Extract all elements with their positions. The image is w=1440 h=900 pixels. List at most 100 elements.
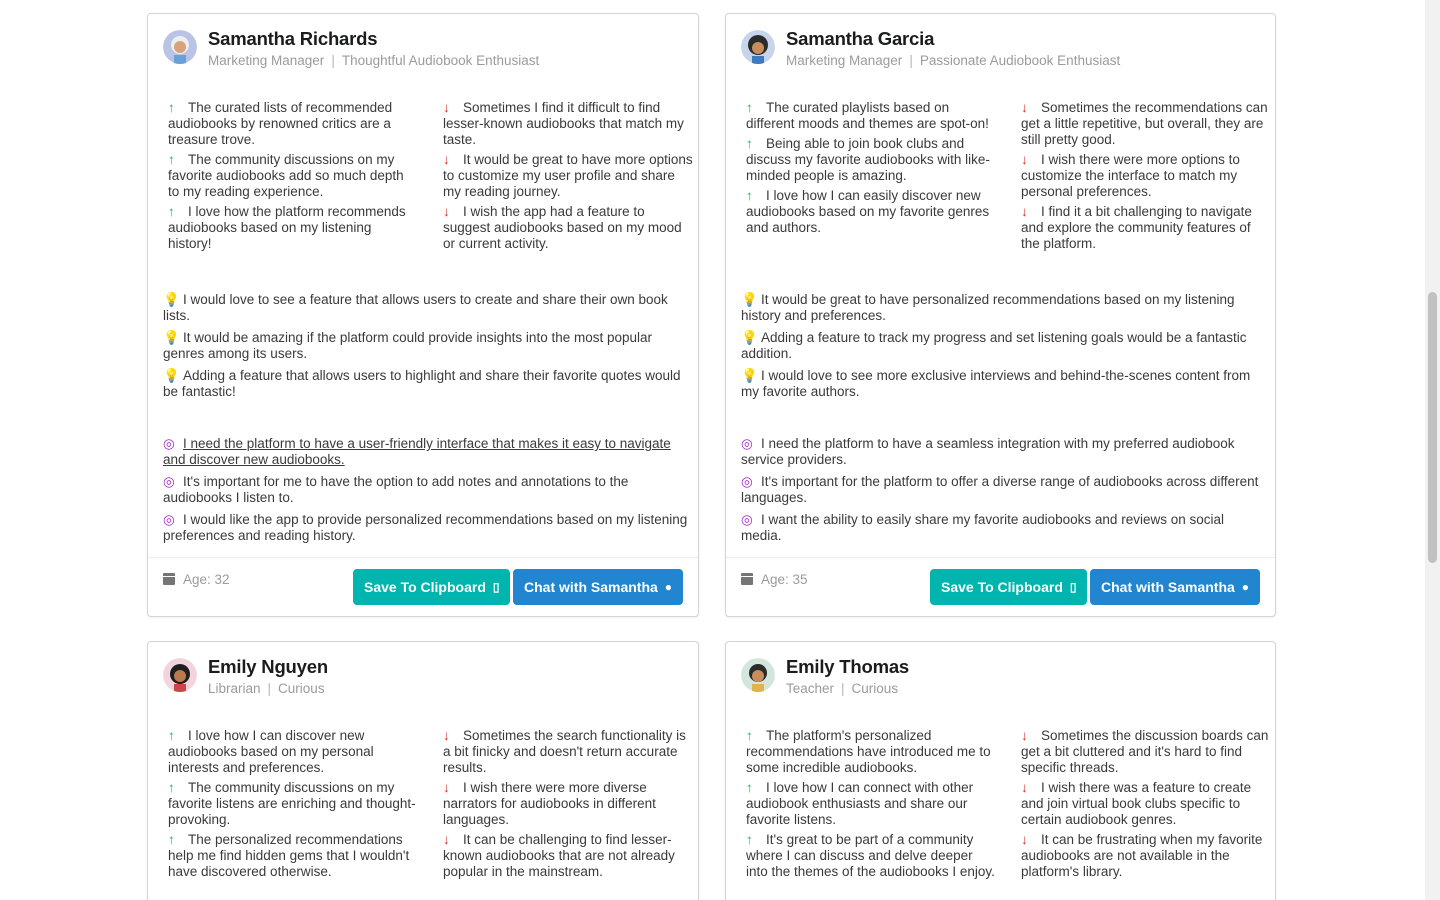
- avatar: [163, 658, 197, 692]
- persona-meta: Librarian | Curious: [208, 680, 328, 698]
- lightbulb-icon: 💡: [163, 292, 180, 307]
- cons-list: ↓ Sometimes the recommendations can get a…: [1021, 100, 1271, 256]
- comment-icon: ●: [1241, 580, 1250, 594]
- clipboard-icon: ▯: [492, 580, 500, 594]
- calendar-icon: [741, 573, 753, 585]
- separator: |: [267, 681, 272, 696]
- persona-name: Samantha Garcia: [786, 28, 935, 49]
- goal-item[interactable]: ◎ I need the platform to have a user-frie…: [163, 436, 688, 468]
- persona-trait: Curious: [851, 681, 899, 696]
- pro-item: ↑ The community discussions on my favorit…: [168, 152, 404, 199]
- persona-trait: Passionate Audiobook Enthusiast: [919, 53, 1121, 68]
- goals-list: ◎ I need the platform to have a user-frie…: [163, 436, 688, 550]
- age-label: Age: 32: [163, 572, 230, 587]
- pro-item: ↑ It's great to be part of a community wh…: [746, 832, 995, 879]
- pros-list: ↑ The platform's personalized recommendat…: [746, 728, 996, 884]
- calendar-icon: [163, 573, 175, 585]
- persona-header: Emily Thomas Teacher | Curious: [741, 656, 909, 698]
- con-item: ↓ I wish the app had a feature to suggest…: [443, 204, 682, 251]
- bullseye-icon: ◎: [163, 436, 175, 451]
- persona-name: Samantha Richards: [208, 28, 378, 49]
- persona-name: Emily Thomas: [786, 656, 910, 677]
- arrow-up-icon: ↑: [746, 188, 753, 203]
- con-item: ↓ I wish there was a feature to create an…: [1021, 780, 1252, 827]
- idea-item: 💡 I would love to see more exclusive inte…: [741, 368, 1251, 399]
- clipboard-icon: ▯: [1069, 580, 1077, 594]
- save-to-clipboard-button[interactable]: Save To Clipboard ▯: [353, 569, 511, 605]
- goal-item: ◎ I want the ability to easily share my f…: [741, 512, 1224, 543]
- card-footer: Age: 32 Save To Clipboard ▯ Chat with Sam…: [148, 557, 698, 616]
- arrow-down-icon: ↓: [443, 152, 450, 167]
- lightbulb-icon: 💡: [741, 330, 758, 345]
- arrow-down-icon: ↓: [1021, 780, 1028, 795]
- avatar: [741, 30, 775, 64]
- lightbulb-icon: 💡: [163, 368, 180, 383]
- pro-item: ↑ The platform's personalized recommendat…: [746, 728, 991, 775]
- goal-item: ◎ It's important for me to have the optio…: [163, 474, 629, 505]
- separator: |: [841, 681, 845, 696]
- persona-card: Emily Nguyen Librarian | Curious ↑ I love h…: [147, 641, 699, 900]
- arrow-down-icon: ↓: [443, 204, 450, 219]
- pro-item: ↑ The curated lists of recommended audiob…: [168, 100, 393, 147]
- pro-item: ↑ The personalized recommendations help m…: [168, 832, 410, 879]
- arrow-down-icon: ↓: [1021, 100, 1028, 115]
- goal-item: ◎ I need the platform to have a seamless …: [741, 436, 1235, 467]
- arrow-down-icon: ↓: [443, 100, 450, 115]
- scrollbar-track[interactable]: [1425, 0, 1440, 900]
- goal-item: ◎ I would like the app to provide persona…: [163, 512, 688, 543]
- chat-button[interactable]: Chat with Samantha ●: [513, 569, 684, 605]
- card-footer: Age: 35 Save To Clipboard ▯ Chat with Sam…: [726, 557, 1275, 616]
- con-item: ↓ Sometimes the discussion boards can get…: [1021, 728, 1269, 775]
- chat-button[interactable]: Chat with Samantha ●: [1090, 569, 1261, 605]
- persona-role: Teacher: [786, 681, 835, 696]
- arrow-up-icon: ↑: [746, 728, 753, 743]
- persona-grid: Samantha Richards Marketing Manager | Thou…: [147, 13, 1276, 900]
- pro-item: ↑ Being able to join book clubs and discu…: [746, 136, 990, 183]
- persona-meta: Teacher | Curious: [786, 680, 909, 698]
- pro-item: ↑ The curated playlists based on differen…: [746, 100, 989, 131]
- separator: |: [331, 53, 335, 68]
- lightbulb-icon: 💡: [741, 368, 758, 383]
- pros-cons: ↑ I love how I can discover new audiobook…: [168, 728, 688, 884]
- idea-item: 💡 Adding a feature that allows users to h…: [163, 368, 681, 399]
- con-item: ↓ I wish there were more diverse narrator…: [443, 780, 656, 827]
- persona-header: Samantha Richards Marketing Manager | Thou…: [163, 28, 539, 70]
- lightbulb-icon: 💡: [163, 330, 180, 345]
- pros-list: ↑ I love how I can discover new audiobook…: [168, 728, 418, 884]
- arrow-up-icon: ↑: [746, 780, 753, 795]
- save-to-clipboard-button[interactable]: Save To Clipboard ▯: [930, 569, 1088, 605]
- avatar: [741, 658, 775, 692]
- bullseye-icon: ◎: [163, 474, 175, 489]
- scrollbar-thumb[interactable]: [1428, 292, 1437, 563]
- arrow-up-icon: ↑: [168, 152, 175, 167]
- idea-item: 💡 I would love to see a feature that allo…: [163, 292, 668, 323]
- persona-card: Samantha Garcia Marketing Manager | Passio…: [725, 13, 1276, 617]
- arrow-down-icon: ↓: [1021, 832, 1028, 847]
- bullseye-icon: ◎: [163, 512, 175, 527]
- persona-role: Marketing Manager: [208, 53, 325, 68]
- goals-list: ◎ I need the platform to have a seamless …: [741, 436, 1266, 550]
- ideas-list: 💡 It would be great to have personalized …: [741, 292, 1266, 406]
- bullseye-icon: ◎: [741, 436, 753, 451]
- persona-trait: Curious: [278, 681, 325, 696]
- persona-card: Emily Thomas Teacher | Curious ↑ The platfo…: [725, 641, 1276, 900]
- persona-role: Marketing Manager: [786, 53, 903, 68]
- lightbulb-icon: 💡: [741, 292, 758, 307]
- idea-item: 💡 It would be amazing if the platform cou…: [163, 330, 653, 361]
- con-item: ↓ It can be frustrating when my favorite …: [1021, 832, 1263, 879]
- pro-item: ↑ I love how I can discover new audiobook…: [168, 728, 374, 775]
- age-label: Age: 35: [741, 572, 808, 587]
- con-item: ↓ Sometimes the recommendations can get a…: [1021, 100, 1268, 147]
- pros-cons: ↑ The platform's personalized recommendat…: [746, 728, 1268, 884]
- arrow-down-icon: ↓: [443, 728, 450, 743]
- persona-meta: Marketing Manager | Thoughtful Audiobook E…: [208, 52, 539, 70]
- goal-item: ◎ It's important for the platform to offe…: [741, 474, 1259, 505]
- persona-role: Librarian: [208, 681, 261, 696]
- arrow-down-icon: ↓: [443, 780, 450, 795]
- bullseye-icon: ◎: [741, 512, 753, 527]
- pros-list: ↑ The curated playlists based on differen…: [746, 100, 996, 256]
- persona-header: Emily Nguyen Librarian | Curious: [163, 656, 328, 698]
- cons-list: ↓ Sometimes the search functionality is a…: [443, 728, 693, 884]
- con-item: ↓ It can be challenging to find lesser-kn…: [443, 832, 675, 879]
- bullseye-icon: ◎: [741, 474, 753, 489]
